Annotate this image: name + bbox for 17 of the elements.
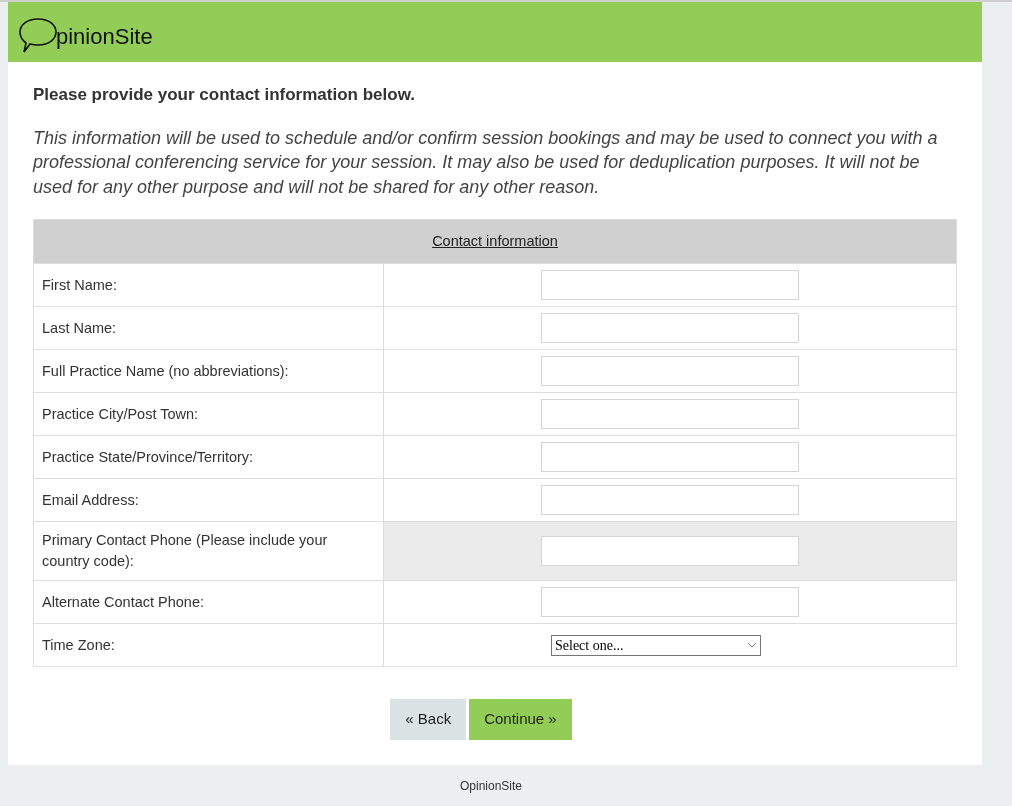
field-label: Alternate Contact Phone: bbox=[42, 592, 205, 612]
field-label: Email Address: bbox=[42, 490, 139, 510]
field-label: Last Name: bbox=[42, 318, 117, 338]
field-label: Primary Contact Phone (Please include your country code): bbox=[42, 531, 329, 571]
field-label: Practice City/Post Town: bbox=[42, 404, 199, 424]
table-title: Contact information bbox=[432, 231, 558, 251]
time-zone-select[interactable]: Select one... bbox=[551, 634, 761, 656]
field-label: First Name: bbox=[42, 275, 117, 295]
back-button[interactable]: « Back bbox=[390, 699, 467, 740]
continue-button[interactable]: Continue » bbox=[469, 699, 572, 740]
logo-text: pinionSite bbox=[56, 26, 153, 48]
footer-text: OpinionSite bbox=[459, 777, 522, 795]
field-label: Practice State/Province/Territory: bbox=[42, 447, 254, 467]
field-label: Full Practice Name (no abbreviations): bbox=[42, 361, 289, 381]
field-label: Time Zone: bbox=[42, 635, 115, 655]
intro-paragraph: This information will be used to schedule and/or confirm session bookings and may be used to connect you with a professional conferencing service for your session. It may also be used for deduplication purposes. It will not be used for any other purpose and will not be shared for any other reason. bbox=[33, 126, 939, 199]
page-heading: Please provide your contact information below. bbox=[33, 84, 416, 106]
